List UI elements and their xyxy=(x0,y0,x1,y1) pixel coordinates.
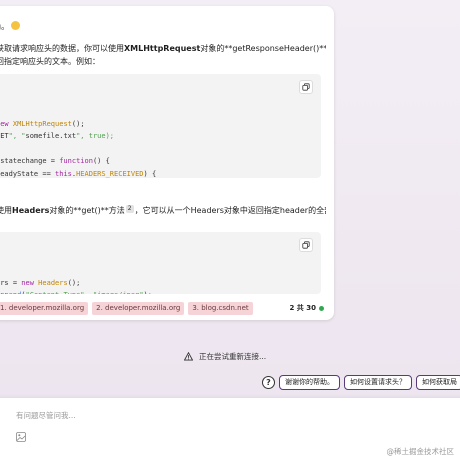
code1-line xyxy=(0,143,321,156)
answer-line-1: g。 xyxy=(0,20,326,33)
suggestion-chip-get[interactable]: 如何获取局 xyxy=(416,375,460,390)
chat-input-placeholder[interactable]: 有问题尽管问我... xyxy=(16,410,76,421)
source-link-2[interactable]: 2. developer.mozilla.org xyxy=(92,302,185,315)
watermark: @稀土掘金技术社区 xyxy=(386,447,455,456)
reconnect-text: 正在尝试重新连接... xyxy=(199,352,267,361)
suggestion-chip-set-headers[interactable]: 如何设置请求头？ xyxy=(344,375,412,390)
copy-code-button[interactable] xyxy=(299,80,313,94)
source-links: 1. developer.mozilla.org 2. developer.mo… xyxy=(0,302,253,315)
answer-paragraph-1-line-2: 回指定响应头的文本。例如： xyxy=(0,57,100,66)
code-lines-2: ers = new Headers(); append("Content-Type… xyxy=(0,277,321,295)
code2-line: append("Content-Type", "image/jpeg"); xyxy=(0,289,321,294)
response-counter-text: 2 共 30 xyxy=(289,304,317,312)
answer-fragment: g。 xyxy=(0,22,10,31)
image-upload-icon[interactable] xyxy=(16,432,26,442)
code1-line: new XMLHttpRequest(); xyxy=(0,119,85,128)
code1-line: readyState == this.HEADERS_RECEIVED) { xyxy=(0,169,157,178)
para2-text-bold: Headers xyxy=(12,206,50,215)
status-dot-icon xyxy=(319,305,324,311)
code-lines-1: new XMLHttpRequest(); GET", "somefile.txt… xyxy=(0,118,321,179)
source-link-3[interactable]: 3. blog.csdn.net xyxy=(188,302,253,315)
para1-text-c: 对象的**getResponseHeader()**方法 xyxy=(200,44,326,53)
para1-text-bold: XMLHttpRequest xyxy=(124,44,201,53)
copy-code-button-2[interactable] xyxy=(299,238,313,252)
answer-card: g。 获取请求响应头的数据，你可以使用XMLHttpRequest对象的**ge… xyxy=(0,6,334,320)
help-icon[interactable]: ? xyxy=(262,376,275,389)
para1-text-a: 获取请求响应头的数据，你可以使用 xyxy=(0,44,124,53)
response-counter: 2 共 30 xyxy=(289,303,324,313)
code-block-2: ers = new Headers(); append("Content-Type… xyxy=(0,232,321,294)
reconnect-status: 正在尝试重新连接... xyxy=(184,351,266,362)
code2-line: ers = new Headers(); xyxy=(0,278,81,287)
para2-text-a: 使用 xyxy=(0,206,12,215)
code1-line: GET", "somefile.txt", true); xyxy=(0,132,115,140)
suggestion-bar: ? 谢谢你的帮助。 如何设置请求头？ 如何获取局 xyxy=(262,375,460,390)
smile-emoji-icon xyxy=(11,21,21,30)
para2-text-c: 对象的**get()**方法 xyxy=(49,206,125,215)
answer-paragraph-1: 获取请求响应头的数据，你可以使用XMLHttpRequest对象的**getRe… xyxy=(0,42,326,55)
source-link-1[interactable]: 1. developer.mozilla.org xyxy=(0,302,89,315)
code-block-1: new XMLHttpRequest(); GET", "somefile.txt… xyxy=(0,74,321,178)
suggestion-chip-thanks[interactable]: 谢谢你的帮助。 xyxy=(279,375,340,390)
warning-icon xyxy=(184,352,193,361)
citation-badge[interactable]: 2 xyxy=(125,205,134,213)
copy-icon xyxy=(302,241,310,249)
answer-paragraph-2: 使用Headers对象的**get()**方法2，它可以从一个Headers对象… xyxy=(0,204,326,217)
para2-text-d: ，它可以从一个Headers对象中返回指定header的全部 xyxy=(134,206,326,215)
code1-line: ystatechange = function() { xyxy=(0,157,110,165)
copy-icon xyxy=(302,83,310,91)
